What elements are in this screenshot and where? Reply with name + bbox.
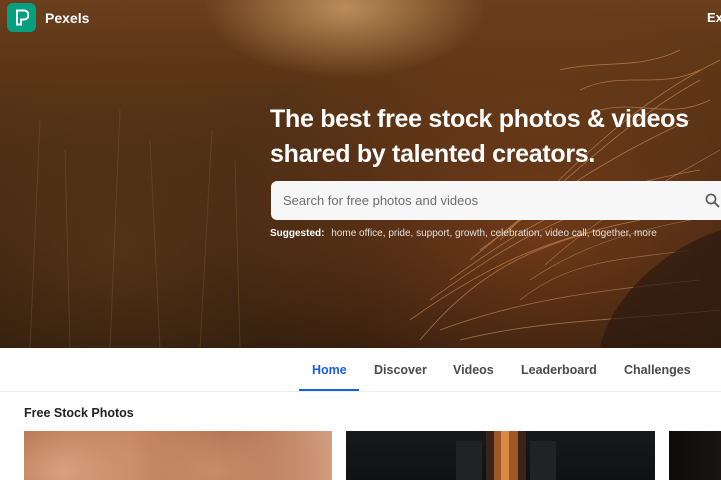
search-input[interactable]: Search for free photos and videos	[283, 193, 721, 208]
suggested-searches: Suggested: home office, pride, support, …	[270, 228, 657, 239]
suggestion-more-link[interactable]: more	[634, 228, 657, 239]
pexels-logo-icon[interactable]	[7, 3, 36, 32]
hero-headline: The best free stock photos & videos shar…	[270, 102, 721, 172]
brand-name[interactable]: Pexels	[45, 10, 89, 26]
photo-card[interactable]	[24, 431, 332, 480]
tab-leaderboard[interactable]: Leaderboard	[521, 363, 597, 377]
tab-home[interactable]: Home	[312, 363, 347, 377]
tab-videos[interactable]: Videos	[453, 363, 494, 377]
hero-background-image	[29, 49, 721, 348]
suggestion-link[interactable]: together,	[592, 228, 631, 239]
nav-explore-link[interactable]: Ex	[707, 10, 721, 25]
suggested-label: Suggested:	[270, 228, 325, 239]
photo-thumbnail	[456, 431, 556, 480]
suggestion-link[interactable]: celebration,	[491, 228, 543, 239]
search-bar[interactable]: Search for free photos and videos	[271, 181, 721, 220]
suggestion-link[interactable]: pride,	[388, 228, 413, 239]
tab-challenges[interactable]: Challenges	[624, 363, 691, 377]
headline-line-2: shared by talented creators.	[270, 140, 596, 168]
photo-card[interactable]	[346, 431, 655, 480]
photo-card[interactable]	[669, 431, 721, 480]
tab-discover[interactable]: Discover	[374, 363, 427, 377]
section-title: Free Stock Photos	[24, 406, 134, 420]
main-tabs: Home Discover Videos Leaderboard Challen…	[0, 348, 721, 392]
suggestion-link[interactable]: support,	[416, 228, 452, 239]
headline-line-1: The best free stock photos & videos	[270, 105, 689, 133]
active-tab-indicator	[299, 389, 359, 391]
brand[interactable]: Pexels	[7, 3, 89, 32]
suggestion-link[interactable]: home office,	[331, 228, 385, 239]
suggestion-link[interactable]: video call,	[545, 228, 589, 239]
search-icon[interactable]	[705, 193, 720, 208]
suggestion-link[interactable]: growth,	[455, 228, 488, 239]
hero-banner: Pexels Ex The best free stock photos & v…	[0, 0, 721, 348]
